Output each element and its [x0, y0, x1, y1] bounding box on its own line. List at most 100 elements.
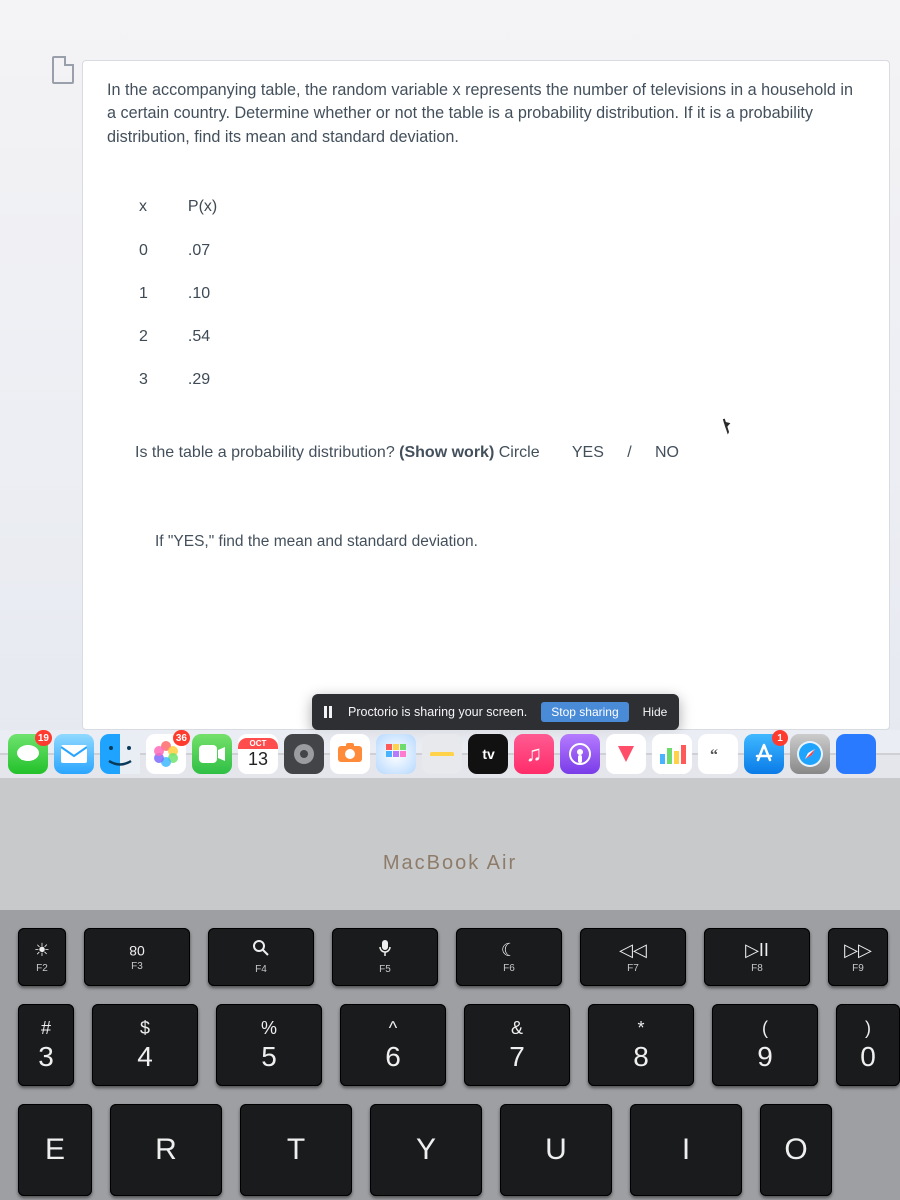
dock-app-blue[interactable] [836, 734, 876, 774]
dock-app-generic[interactable] [376, 734, 416, 774]
dock-finder[interactable] [100, 734, 140, 774]
key-f8[interactable]: ▷II F8 [704, 928, 810, 986]
dock-system-settings[interactable] [284, 734, 324, 774]
dock-calendar[interactable]: OCT 13 [238, 734, 278, 774]
table-row: 2 .54 [135, 315, 239, 358]
answer-no[interactable]: NO [655, 444, 679, 461]
key-f2[interactable]: ☀ F2 [18, 928, 66, 986]
dock-notes[interactable] [422, 734, 462, 774]
key-f7[interactable]: ◁◁ F7 [580, 928, 686, 986]
key-t[interactable]: T [240, 1104, 352, 1196]
key-o[interactable]: O [760, 1104, 832, 1196]
key-upper: & [511, 1018, 523, 1039]
cell-x: 3 [135, 358, 170, 401]
table-row: 1 .10 [135, 272, 239, 315]
color-picker-icon [384, 742, 408, 766]
answer-yes[interactable]: YES [572, 444, 604, 461]
table-row: 0 .07 [135, 229, 239, 272]
key-5[interactable]: % 5 [216, 1004, 322, 1086]
sub-question-1: Is the table a probability distribution?… [135, 441, 865, 464]
cell-p: .29 [170, 358, 239, 401]
dock-facetime[interactable] [192, 734, 232, 774]
key-i[interactable]: I [630, 1104, 742, 1196]
dock-safari[interactable] [790, 734, 830, 774]
key-label: F3 [131, 961, 143, 972]
key-6[interactable]: ^ 6 [340, 1004, 446, 1086]
key-8[interactable]: * 8 [588, 1004, 694, 1086]
appstore-badge: 1 [772, 730, 788, 746]
key-f9[interactable]: ▷▷ F9 [828, 928, 888, 986]
screen-area: In the accompanying table, the random va… [0, 0, 900, 755]
key-u[interactable]: U [500, 1104, 612, 1196]
key-label: F5 [379, 964, 391, 975]
keyboard-number-row: # 3 $ 4 % 5 ^ 6 & 7 * 8 ( 9 ) 0 [0, 1004, 900, 1086]
key-7[interactable]: & 7 [464, 1004, 570, 1086]
key-r[interactable]: R [110, 1104, 222, 1196]
show-work: (Show work) [399, 444, 494, 461]
dock-photobooth[interactable] [330, 734, 370, 774]
col-x-header: x [135, 185, 170, 228]
dock-messages[interactable]: 19 [8, 734, 48, 774]
messages-icon [15, 743, 41, 765]
key-lower: 3 [38, 1041, 54, 1073]
key-y[interactable]: Y [370, 1104, 482, 1196]
appletv-icon-label: tv [481, 746, 495, 762]
laptop-model-label: MacBook Air [0, 852, 900, 875]
key-3[interactable]: # 3 [18, 1004, 74, 1086]
col-p-header: P(x) [170, 185, 239, 228]
keyboard-fn-row: ☀ F2 80 F3 F4 F5 ☾ F6 ◁◁ F7 ▷II [0, 928, 900, 986]
key-lower: 7 [509, 1041, 525, 1073]
dock-appletv[interactable]: tv [468, 734, 508, 774]
key-label: F9 [852, 963, 864, 974]
music-icon: ♫ [526, 741, 543, 767]
hide-banner-button[interactable]: Hide [643, 705, 668, 719]
dock-textedit[interactable]: “ [698, 734, 738, 774]
dock-music[interactable]: ♫ [514, 734, 554, 774]
stop-sharing-button[interactable]: Stop sharing [541, 702, 628, 722]
rewind-icon: ◁◁ [619, 940, 647, 961]
fast-forward-icon: ▷▷ [844, 940, 872, 961]
calendar-day: 13 [248, 749, 268, 770]
key-upper: ( [762, 1018, 768, 1039]
key-lower: 9 [757, 1041, 773, 1073]
key-9[interactable]: ( 9 [712, 1004, 818, 1086]
news-icon [614, 742, 638, 766]
key-lower: 8 [633, 1041, 649, 1073]
podcasts-icon [568, 742, 592, 766]
cell-p: .07 [170, 229, 239, 272]
notes-icon [430, 752, 454, 756]
dock-stocks[interactable] [652, 734, 692, 774]
photobooth-icon [336, 740, 364, 768]
dock-news[interactable] [606, 734, 646, 774]
play-pause-icon: ▷II [745, 940, 769, 961]
banner-text: Proctorio is sharing your screen. [348, 705, 527, 719]
key-label: F6 [503, 963, 515, 974]
key-f4[interactable]: F4 [208, 928, 314, 986]
cell-x: 2 [135, 315, 170, 358]
key-upper: $ [140, 1018, 150, 1039]
key-f3[interactable]: 80 F3 [84, 928, 190, 986]
table-header-row: x P(x) [135, 185, 239, 228]
messages-badge: 19 [35, 730, 52, 746]
key-4[interactable]: $ 4 [92, 1004, 198, 1086]
question-prompt: In the accompanying table, the random va… [107, 79, 865, 149]
brightness-up-icon: ☀ [34, 940, 50, 961]
key-label: F7 [627, 963, 639, 974]
key-f5[interactable]: F5 [332, 928, 438, 986]
safari-icon [795, 739, 825, 769]
key-f6[interactable]: ☾ F6 [456, 928, 562, 986]
dock-photos[interactable]: 36 [146, 734, 186, 774]
key-label: F4 [255, 964, 267, 975]
cell-x: 0 [135, 229, 170, 272]
dock-podcasts[interactable] [560, 734, 600, 774]
dock-appstore[interactable]: 1 [744, 734, 784, 774]
key-upper: ) [865, 1018, 871, 1039]
key-e[interactable]: E [18, 1104, 92, 1196]
key-0[interactable]: ) 0 [836, 1004, 900, 1086]
macos-dock: 19 36 OCT 13 [0, 730, 900, 778]
dock-mail[interactable] [54, 734, 94, 774]
slash: / [627, 444, 631, 461]
sub1-text: Is the table a probability distribution? [135, 444, 399, 461]
dictation-icon [378, 939, 392, 962]
stocks-icon [658, 744, 686, 764]
